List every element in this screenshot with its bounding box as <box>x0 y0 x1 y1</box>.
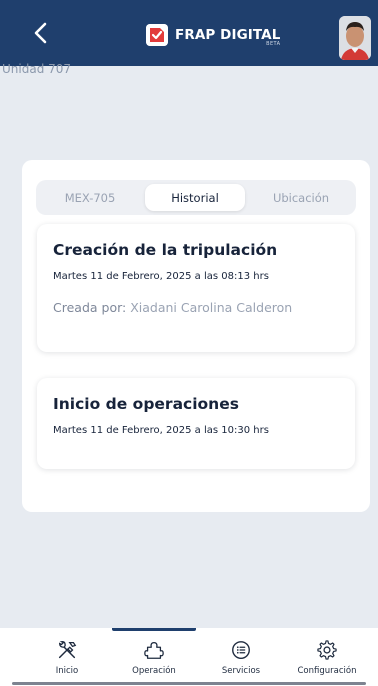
detail-card: MEX-705 Historial Ubicación Creación de … <box>22 160 370 512</box>
gear-icon <box>317 640 337 660</box>
tab-bar: MEX-705 Historial Ubicación <box>36 180 356 215</box>
app-logo: FRAP DIGITAL BETA <box>146 24 281 47</box>
tab-historial[interactable]: Historial <box>145 184 245 211</box>
app-name: FRAP DIGITAL BETA <box>175 27 281 47</box>
frap-logo-icon <box>146 24 168 46</box>
nav-item-configuracion[interactable]: Configuración <box>280 628 374 680</box>
nav-label-configuracion: Configuración <box>297 666 357 676</box>
history-entry-date: Martes 11 de Febrero, 2025 a las 08:13 h… <box>53 271 269 282</box>
tab-ubicacion[interactable]: Ubicación <box>246 180 356 215</box>
app-header: FRAP DIGITAL BETA <box>0 0 378 66</box>
background-unit-label: Unidad 707 <box>2 62 72 76</box>
history-entry: Inicio de operaciones Martes 11 de Febre… <box>37 378 355 469</box>
nav-item-servicios[interactable]: Servicios <box>194 628 288 680</box>
puzzle-icon <box>144 642 164 659</box>
nav-item-operacion[interactable]: Operación <box>107 628 201 680</box>
home-indicator <box>12 682 366 685</box>
chevron-left-icon <box>34 22 47 44</box>
nav-label-inicio: Inicio <box>55 666 79 676</box>
list-icon <box>232 641 250 659</box>
user-avatar[interactable] <box>339 16 371 60</box>
history-entry: Creación de la tripulación Martes 11 de … <box>37 224 355 352</box>
nav-label-servicios: Servicios <box>221 666 261 676</box>
history-entry-title: Creación de la tripulación <box>53 241 278 259</box>
created-by-label: Creada por: <box>53 300 127 315</box>
back-button[interactable] <box>26 16 56 50</box>
history-entry-creator: Creada por: Xiadani Carolina Calderon <box>53 300 292 315</box>
nav-item-inicio[interactable]: Inicio <box>20 628 114 680</box>
beta-badge: BETA <box>266 41 281 47</box>
tab-unit[interactable]: MEX-705 <box>36 180 144 215</box>
created-by-name: Xiadani Carolina Calderon <box>130 300 293 315</box>
history-entry-title: Inicio de operaciones <box>53 395 239 413</box>
history-entry-date: Martes 11 de Febrero, 2025 a las 10:30 h… <box>53 425 269 436</box>
nav-label-operacion: Operación <box>132 666 176 676</box>
tools-icon <box>58 640 77 659</box>
bottom-navigation: Inicio Operación Servicios Configuración <box>0 628 378 686</box>
app-name-text: FRAP DIGITAL <box>175 27 281 43</box>
